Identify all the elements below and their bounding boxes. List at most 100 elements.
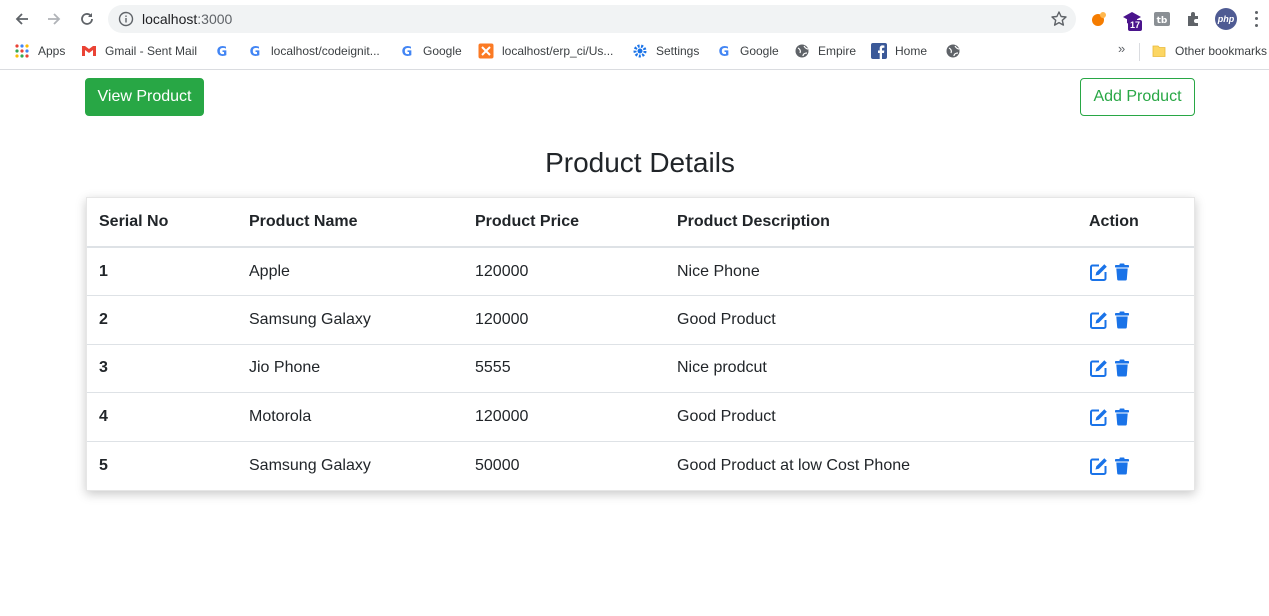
- column-header-serial-no: Serial No: [87, 198, 237, 248]
- table-header-row: Serial No Product Name Product Price Pro…: [87, 198, 1194, 248]
- extension-orange-icon[interactable]: [1088, 8, 1110, 30]
- trash-icon[interactable]: [1114, 408, 1133, 426]
- column-header-product-description: Product Description: [665, 198, 1077, 248]
- edit-icon[interactable]: [1089, 359, 1108, 378]
- product-price-cell: 120000: [475, 262, 529, 280]
- bookmark-localhost-erp[interactable]: localhost/erp_ci/Us...: [478, 42, 613, 60]
- serial-cell: 3: [87, 343, 237, 393]
- action-cell: [1077, 343, 1194, 393]
- product-price-cell: 120000: [463, 295, 665, 345]
- product-price-cell: 50000: [463, 440, 665, 490]
- browser-toolbar: localhost:3000 17 tb php: [0, 0, 1269, 38]
- product-description-cell: Nice prodcut: [665, 343, 1077, 393]
- product-name-cell: Samsung Galaxy: [237, 295, 463, 345]
- google-icon: G: [716, 43, 732, 59]
- trash-icon[interactable]: [1114, 263, 1133, 281]
- extension-gray-icon[interactable]: tb: [1151, 8, 1173, 30]
- bookmark-google-2[interactable]: G Google: [716, 42, 779, 60]
- action-cell: [1077, 392, 1194, 442]
- url-host: localhost: [142, 11, 198, 27]
- column-header-action: Action: [1077, 198, 1194, 248]
- bookmark-label: Google: [740, 44, 779, 58]
- product-name-cell: Apple: [249, 262, 290, 280]
- product-description-cell: Good Product: [665, 392, 1077, 442]
- browser-menu-icon[interactable]: [1250, 9, 1262, 29]
- reload-icon[interactable]: [75, 8, 99, 30]
- bookmark-google-1[interactable]: G Google: [399, 42, 462, 60]
- column-header-product-price: Product Price: [463, 198, 665, 248]
- product-name-cell: Motorola: [237, 392, 463, 442]
- php-extension-icon[interactable]: php: [1215, 8, 1237, 30]
- product-description-cell: Good Product at low Cost Phone: [665, 440, 1077, 490]
- bookmark-label: Empire: [818, 44, 857, 58]
- add-product-button[interactable]: Add Product: [1080, 78, 1195, 116]
- edit-icon[interactable]: [1089, 457, 1108, 475]
- serial-cell: 1: [99, 262, 108, 280]
- product-price-cell: 120000: [463, 392, 665, 442]
- page-title: Product Details: [545, 147, 735, 178]
- action-cell: [1077, 440, 1194, 490]
- product-table-card: Serial No Product Name Product Price Pro…: [86, 197, 1195, 491]
- table-row: 1 Apple 120000 Nice Phone: [87, 247, 1194, 296]
- url-port: :3000: [197, 11, 233, 27]
- table-row: 2 Samsung Galaxy 120000 Good Product: [87, 295, 1194, 345]
- folder-icon: [1151, 43, 1167, 59]
- bookmark-google-blank[interactable]: G: [214, 42, 238, 60]
- bookmark-globe[interactable]: [945, 42, 969, 60]
- forward-arrow-icon[interactable]: [42, 8, 66, 30]
- trash-icon[interactable]: [1114, 457, 1133, 475]
- serial-cell: 2: [87, 295, 237, 345]
- settings-gear-icon: [632, 43, 648, 59]
- product-name-cell: Jio Phone: [237, 343, 463, 393]
- globe-icon: [945, 43, 961, 59]
- bookmark-label: Other bookmarks: [1175, 44, 1268, 58]
- php-label: php: [1217, 14, 1235, 24]
- table-row: 3 Jio Phone 5555 Nice prodcut: [87, 343, 1194, 393]
- svg-text:G: G: [402, 45, 413, 58]
- bookmark-apps[interactable]: Apps: [14, 42, 65, 60]
- trash-icon[interactable]: [1114, 359, 1133, 377]
- table-row: 4 Motorola 120000 Good Product: [87, 392, 1194, 442]
- bookmark-label: Settings: [656, 44, 700, 58]
- gmail-icon: [81, 43, 97, 59]
- bookmark-home[interactable]: Home: [871, 42, 927, 60]
- info-icon[interactable]: [118, 11, 134, 27]
- product-description-cell: Nice Phone: [677, 262, 760, 280]
- column-header-product-name: Product Name: [237, 198, 463, 248]
- bookmark-empire[interactable]: Empire: [794, 42, 856, 60]
- bookmark-label: localhost/erp_ci/Us...: [502, 44, 614, 58]
- action-cell: [1077, 295, 1194, 345]
- extension-badge: 17: [1128, 20, 1143, 31]
- address-bar[interactable]: localhost:3000: [108, 5, 1076, 33]
- bookmark-label: Apps: [38, 44, 66, 58]
- product-price-cell: 5555: [463, 343, 665, 393]
- google-icon: G: [214, 43, 230, 59]
- puzzle-extensions-icon[interactable]: [1183, 8, 1205, 30]
- bookmark-settings[interactable]: Settings: [632, 42, 699, 60]
- bookmark-label: Gmail - Sent Mail: [105, 44, 198, 58]
- table-row: 5 Samsung Galaxy 50000 Good Product at l…: [87, 440, 1194, 490]
- edit-icon[interactable]: [1089, 263, 1108, 281]
- svg-text:tb: tb: [1157, 16, 1168, 26]
- view-product-button[interactable]: View Product: [85, 78, 204, 116]
- globe-icon: [794, 43, 810, 59]
- bookmark-localhost-codeigniter[interactable]: G localhost/codeignit...: [247, 42, 380, 60]
- trash-icon[interactable]: [1114, 311, 1133, 329]
- product-description-cell: Good Product: [665, 295, 1077, 345]
- edit-icon[interactable]: [1089, 311, 1108, 329]
- bookmark-other-bookmarks[interactable]: Other bookmarks: [1151, 42, 1267, 60]
- edit-icon[interactable]: [1089, 408, 1108, 427]
- bookmarks-overflow-chevron[interactable]: »: [1118, 41, 1125, 56]
- xampp-icon: [478, 43, 494, 59]
- bookmark-gmail[interactable]: Gmail - Sent Mail: [81, 42, 197, 60]
- bookmark-label: localhost/codeignit...: [271, 44, 380, 58]
- svg-text:G: G: [719, 45, 730, 58]
- bookmark-label: Home: [895, 44, 928, 58]
- bookmarks-bar: Apps Gmail - Sent Mail G G localhost/cod…: [0, 38, 1269, 64]
- google-icon: G: [247, 43, 263, 59]
- bookmark-label: Google: [423, 44, 462, 58]
- back-arrow-icon[interactable]: [10, 8, 34, 30]
- url-text: localhost:3000: [142, 11, 232, 27]
- product-name-cell: Samsung Galaxy: [237, 440, 463, 490]
- bookmark-star-icon[interactable]: [1050, 10, 1068, 28]
